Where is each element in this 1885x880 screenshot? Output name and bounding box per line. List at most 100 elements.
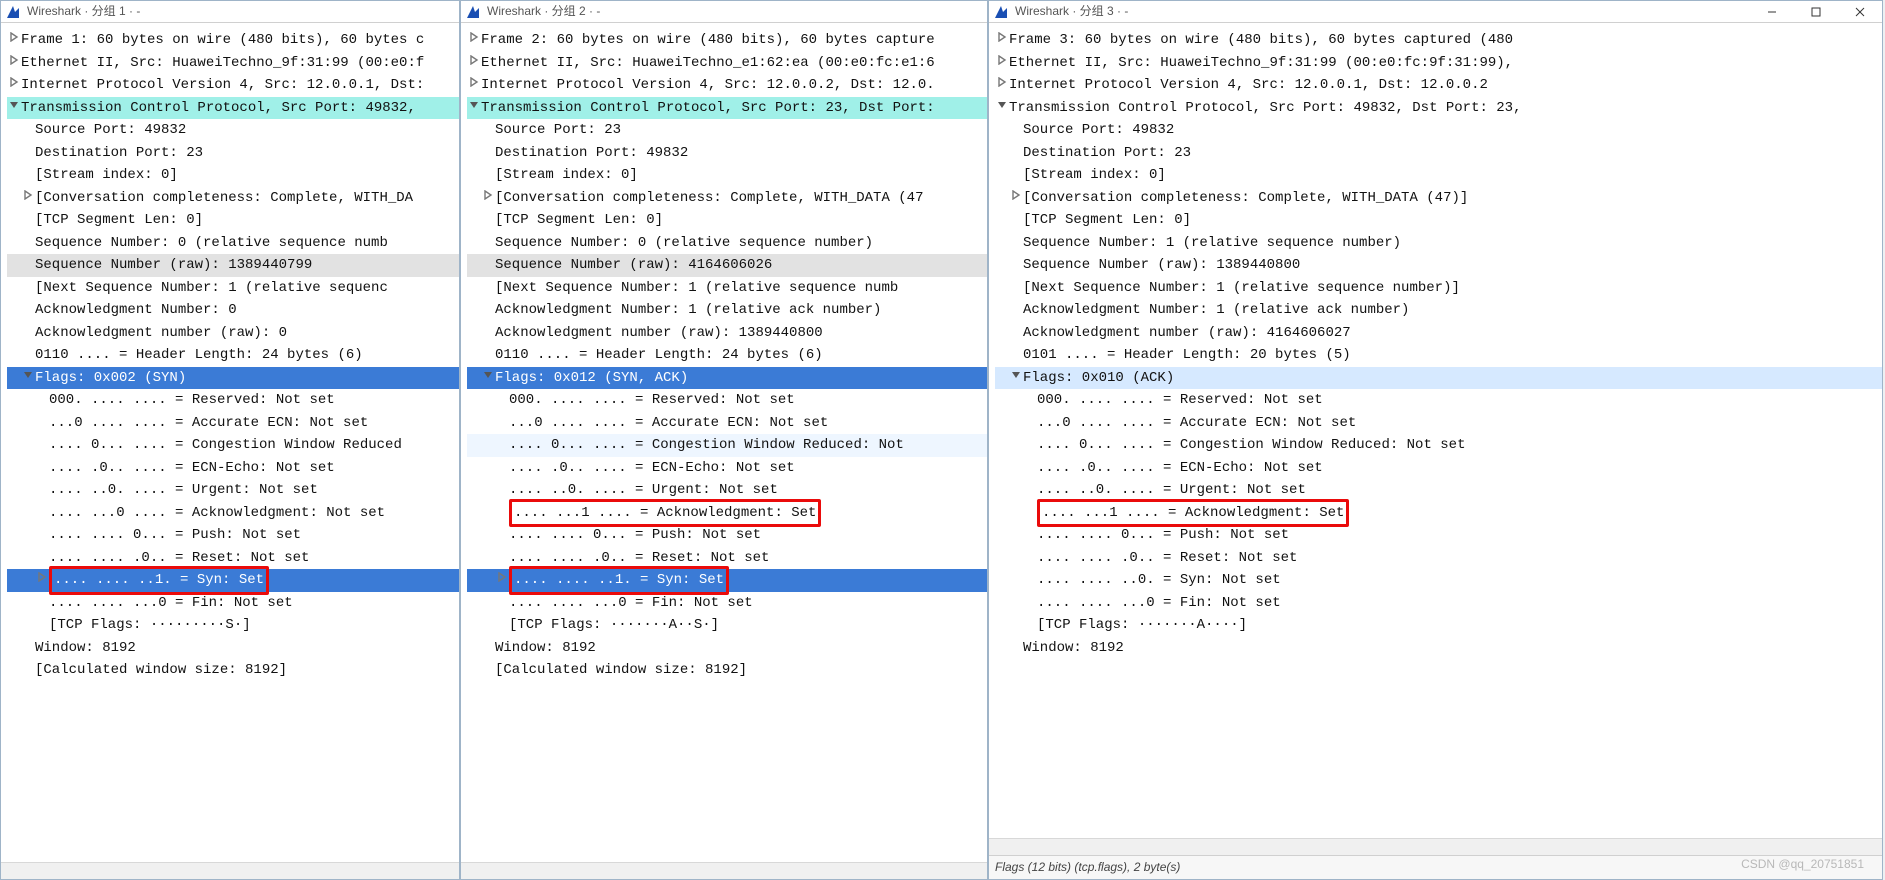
tree-row[interactable]: [TCP Segment Len: 0] [7, 209, 459, 232]
tree-row[interactable]: .... 0... .... = Congestion Window Reduc… [995, 434, 1882, 457]
window-titlebar[interactable]: Wireshark · 分组 2 · - [461, 1, 987, 23]
expand-right-icon[interactable] [21, 187, 35, 210]
tree-row[interactable]: Ethernet II, Src: HuaweiTechno_9f:31:99 … [7, 52, 459, 75]
horizontal-scrollbar[interactable] [1, 862, 459, 879]
window-titlebar[interactable]: Wireshark · 分组 3 · - [989, 1, 1882, 23]
tree-row[interactable]: .... .0.. .... = ECN-Echo: Not set [467, 457, 987, 480]
tree-row[interactable]: .... ...1 .... = Acknowledgment: Set [467, 502, 987, 525]
tree-row[interactable]: Flags: 0x002 (SYN) [7, 367, 459, 390]
tree-row[interactable]: Transmission Control Protocol, Src Port:… [7, 97, 459, 120]
tree-row[interactable]: 000. .... .... = Reserved: Not set [7, 389, 459, 412]
tree-row[interactable]: .... ..0. .... = Urgent: Not set [7, 479, 459, 502]
tree-row[interactable]: Frame 2: 60 bytes on wire (480 bits), 60… [467, 29, 987, 52]
expand-right-icon[interactable] [7, 74, 21, 97]
tree-row[interactable]: .... .... 0... = Push: Not set [7, 524, 459, 547]
tree-row[interactable]: Sequence Number (raw): 1389440800 [995, 254, 1882, 277]
tree-row[interactable]: .... 0... .... = Congestion Window Reduc… [467, 434, 987, 457]
tree-row[interactable]: Internet Protocol Version 4, Src: 12.0.0… [7, 74, 459, 97]
tree-row[interactable]: .... .... 0... = Push: Not set [995, 524, 1882, 547]
tree-row[interactable]: Acknowledgment Number: 1 (relative ack n… [467, 299, 987, 322]
tree-row[interactable]: Acknowledgment number (raw): 0 [7, 322, 459, 345]
tree-row[interactable]: ...0 .... .... = Accurate ECN: Not set [467, 412, 987, 435]
tree-row[interactable]: [Next Sequence Number: 1 (relative seque… [7, 277, 459, 300]
tree-row[interactable]: 000. .... .... = Reserved: Not set [467, 389, 987, 412]
tree-row[interactable]: Sequence Number: 0 (relative sequence nu… [467, 232, 987, 255]
expand-right-icon[interactable] [995, 29, 1009, 52]
tree-row[interactable]: Acknowledgment number (raw): 4164606027 [995, 322, 1882, 345]
tree-row[interactable]: [Stream index: 0] [7, 164, 459, 187]
tree-row[interactable]: .... .... 0... = Push: Not set [467, 524, 987, 547]
tree-row[interactable]: [Conversation completeness: Complete, WI… [467, 187, 987, 210]
tree-row[interactable]: Transmission Control Protocol, Src Port:… [467, 97, 987, 120]
tree-row[interactable]: Source Port: 49832 [995, 119, 1882, 142]
tree-row[interactable]: [Conversation completeness: Complete, WI… [7, 187, 459, 210]
expand-down-icon[interactable] [467, 97, 481, 120]
tree-row[interactable]: Frame 3: 60 bytes on wire (480 bits), 60… [995, 29, 1882, 52]
packet-details-tree[interactable]: Frame 2: 60 bytes on wire (480 bits), 60… [461, 23, 987, 879]
expand-down-icon[interactable] [995, 97, 1009, 120]
maximize-button[interactable] [1794, 1, 1838, 23]
expand-down-icon[interactable] [481, 367, 495, 390]
tree-row[interactable]: [TCP Segment Len: 0] [467, 209, 987, 232]
tree-row[interactable]: .... .0.. .... = ECN-Echo: Not set [7, 457, 459, 480]
tree-row[interactable]: [Next Sequence Number: 1 (relative seque… [995, 277, 1882, 300]
tree-row[interactable]: [Calculated window size: 8192] [7, 659, 459, 682]
tree-row[interactable]: Ethernet II, Src: HuaweiTechno_9f:31:99 … [995, 52, 1882, 75]
tree-row[interactable]: Acknowledgment number (raw): 1389440800 [467, 322, 987, 345]
tree-row[interactable]: Sequence Number: 0 (relative sequence nu… [7, 232, 459, 255]
tree-row[interactable]: Window: 8192 [467, 637, 987, 660]
expand-down-icon[interactable] [7, 97, 21, 120]
tree-row[interactable]: Destination Port: 23 [995, 142, 1882, 165]
expand-right-icon[interactable] [995, 74, 1009, 97]
tree-row[interactable]: Flags: 0x010 (ACK) [995, 367, 1882, 390]
tree-row[interactable]: .... 0... .... = Congestion Window Reduc… [7, 434, 459, 457]
tree-row[interactable]: .... .... ...0 = Fin: Not set [467, 592, 987, 615]
tree-row[interactable]: Ethernet II, Src: HuaweiTechno_e1:62:ea … [467, 52, 987, 75]
window-titlebar[interactable]: Wireshark · 分组 1 · - [1, 1, 459, 23]
tree-row[interactable]: Window: 8192 [7, 637, 459, 660]
tree-row[interactable]: Source Port: 23 [467, 119, 987, 142]
tree-row[interactable]: [Next Sequence Number: 1 (relative seque… [467, 277, 987, 300]
tree-row[interactable]: 0110 .... = Header Length: 24 bytes (6) [467, 344, 987, 367]
tree-row[interactable]: .... .... ..0. = Syn: Not set [995, 569, 1882, 592]
tree-row[interactable]: .... .... .0.. = Reset: Not set [995, 547, 1882, 570]
tree-row[interactable]: Acknowledgment Number: 1 (relative ack n… [995, 299, 1882, 322]
tree-row[interactable]: 0110 .... = Header Length: 24 bytes (6) [7, 344, 459, 367]
tree-row[interactable]: Internet Protocol Version 4, Src: 12.0.0… [995, 74, 1882, 97]
tree-row[interactable]: Transmission Control Protocol, Src Port:… [995, 97, 1882, 120]
tree-row[interactable]: [TCP Flags: ·······A··S·] [467, 614, 987, 637]
expand-right-icon[interactable] [467, 29, 481, 52]
tree-row[interactable]: ...0 .... .... = Accurate ECN: Not set [995, 412, 1882, 435]
tree-row[interactable]: Flags: 0x012 (SYN, ACK) [467, 367, 987, 390]
expand-right-icon[interactable] [1009, 187, 1023, 210]
tree-row[interactable]: .... ...0 .... = Acknowledgment: Not set [7, 502, 459, 525]
expand-right-icon[interactable] [467, 74, 481, 97]
tree-row[interactable]: ...0 .... .... = Accurate ECN: Not set [7, 412, 459, 435]
expand-right-icon[interactable] [467, 52, 481, 75]
tree-row[interactable]: [TCP Segment Len: 0] [995, 209, 1882, 232]
tree-row[interactable]: Internet Protocol Version 4, Src: 12.0.0… [467, 74, 987, 97]
packet-details-tree[interactable]: Frame 1: 60 bytes on wire (480 bits), 60… [1, 23, 459, 879]
expand-right-icon[interactable] [7, 29, 21, 52]
tree-row[interactable]: [TCP Flags: ·······A····] [995, 614, 1882, 637]
tree-row[interactable]: Window: 8192 [995, 637, 1882, 660]
tree-row[interactable]: Sequence Number: 1 (relative sequence nu… [995, 232, 1882, 255]
horizontal-scrollbar[interactable] [461, 862, 987, 879]
tree-row[interactable]: 000. .... .... = Reserved: Not set [995, 389, 1882, 412]
tree-row[interactable]: Frame 1: 60 bytes on wire (480 bits), 60… [7, 29, 459, 52]
tree-row[interactable]: [Stream index: 0] [467, 164, 987, 187]
tree-row[interactable]: [TCP Flags: ·········S·] [7, 614, 459, 637]
tree-row[interactable]: .... .... ...0 = Fin: Not set [7, 592, 459, 615]
tree-row[interactable]: Sequence Number (raw): 1389440799 [7, 254, 459, 277]
tree-row[interactable]: Destination Port: 49832 [467, 142, 987, 165]
close-button[interactable] [1838, 1, 1882, 23]
minimize-button[interactable] [1750, 1, 1794, 23]
tree-row[interactable]: [Stream index: 0] [995, 164, 1882, 187]
tree-row[interactable]: .... ...1 .... = Acknowledgment: Set [995, 502, 1882, 525]
tree-row[interactable]: Sequence Number (raw): 4164606026 [467, 254, 987, 277]
expand-down-icon[interactable] [21, 367, 35, 390]
tree-row[interactable]: 0101 .... = Header Length: 20 bytes (5) [995, 344, 1882, 367]
expand-right-icon[interactable] [35, 569, 49, 592]
tree-row[interactable]: .... .... ..1. = Syn: Set [467, 569, 987, 592]
tree-row[interactable]: Destination Port: 23 [7, 142, 459, 165]
